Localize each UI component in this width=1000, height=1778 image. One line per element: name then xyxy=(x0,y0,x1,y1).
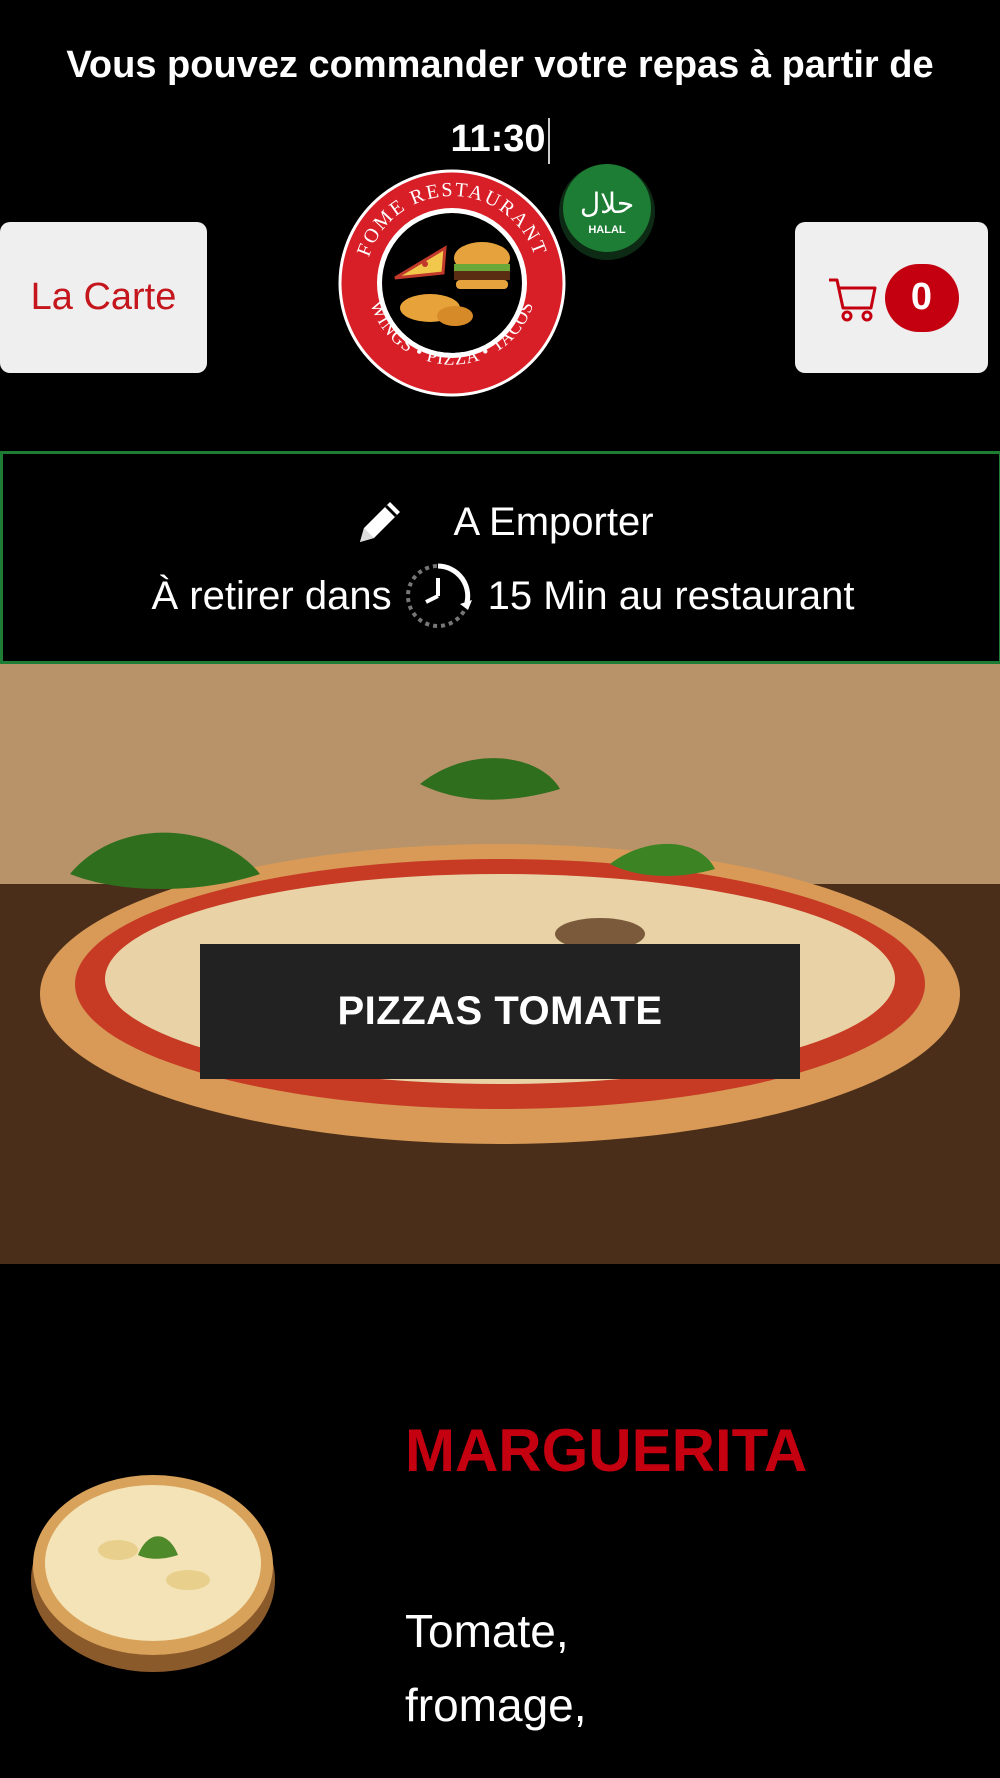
product-description-line: fromage, xyxy=(405,1679,587,1731)
product-description-line: Tomate, xyxy=(405,1605,569,1657)
order-notice-time: 11:30 xyxy=(450,118,546,160)
halal-label: HALAL xyxy=(588,224,626,236)
clock-icon xyxy=(405,563,472,628)
restaurant-logo[interactable]: FOME RESTAURANT WINGS • PIZZA • TACOS xyxy=(335,168,570,398)
menu-button-label: La Carte xyxy=(30,276,177,318)
category-title-button[interactable]: PIZZAS TOMATE xyxy=(200,944,800,1079)
product-name[interactable]: MARGUERITA xyxy=(405,1416,807,1485)
cart-count-badge: 0 xyxy=(884,263,959,332)
category-hero[interactable]: PIZZAS TOMATE xyxy=(0,664,1000,1264)
order-notice: Vous pouvez commander votre repas à part… xyxy=(0,28,1000,176)
product-card[interactable]: MARGUERITA Tomate, fromage, xyxy=(0,1264,1000,1778)
pickup-prefix: À retirer dans xyxy=(151,573,392,618)
category-title: PIZZAS TOMATE xyxy=(337,989,663,1033)
cart-button[interactable]: 0 xyxy=(795,222,988,373)
takeaway-info[interactable]: A Emporter À retirer dans 15 Min au rest… xyxy=(0,451,1000,664)
pencil-icon[interactable] xyxy=(352,494,408,550)
product-description: Tomate, fromage, xyxy=(405,1594,965,1742)
halal-arabic: حلال xyxy=(580,187,634,220)
halal-badge: حلال HALAL xyxy=(559,164,655,260)
order-notice-text: Vous pouvez commander votre repas à part… xyxy=(66,44,934,86)
menu-button[interactable]: La Carte xyxy=(0,222,207,373)
order-mode-label: A Emporter xyxy=(453,499,654,544)
cart-icon xyxy=(828,278,876,321)
text-caret xyxy=(547,117,550,164)
pickup-suffix: 15 Min au restaurant xyxy=(487,573,855,618)
product-image[interactable] xyxy=(28,1460,278,1680)
